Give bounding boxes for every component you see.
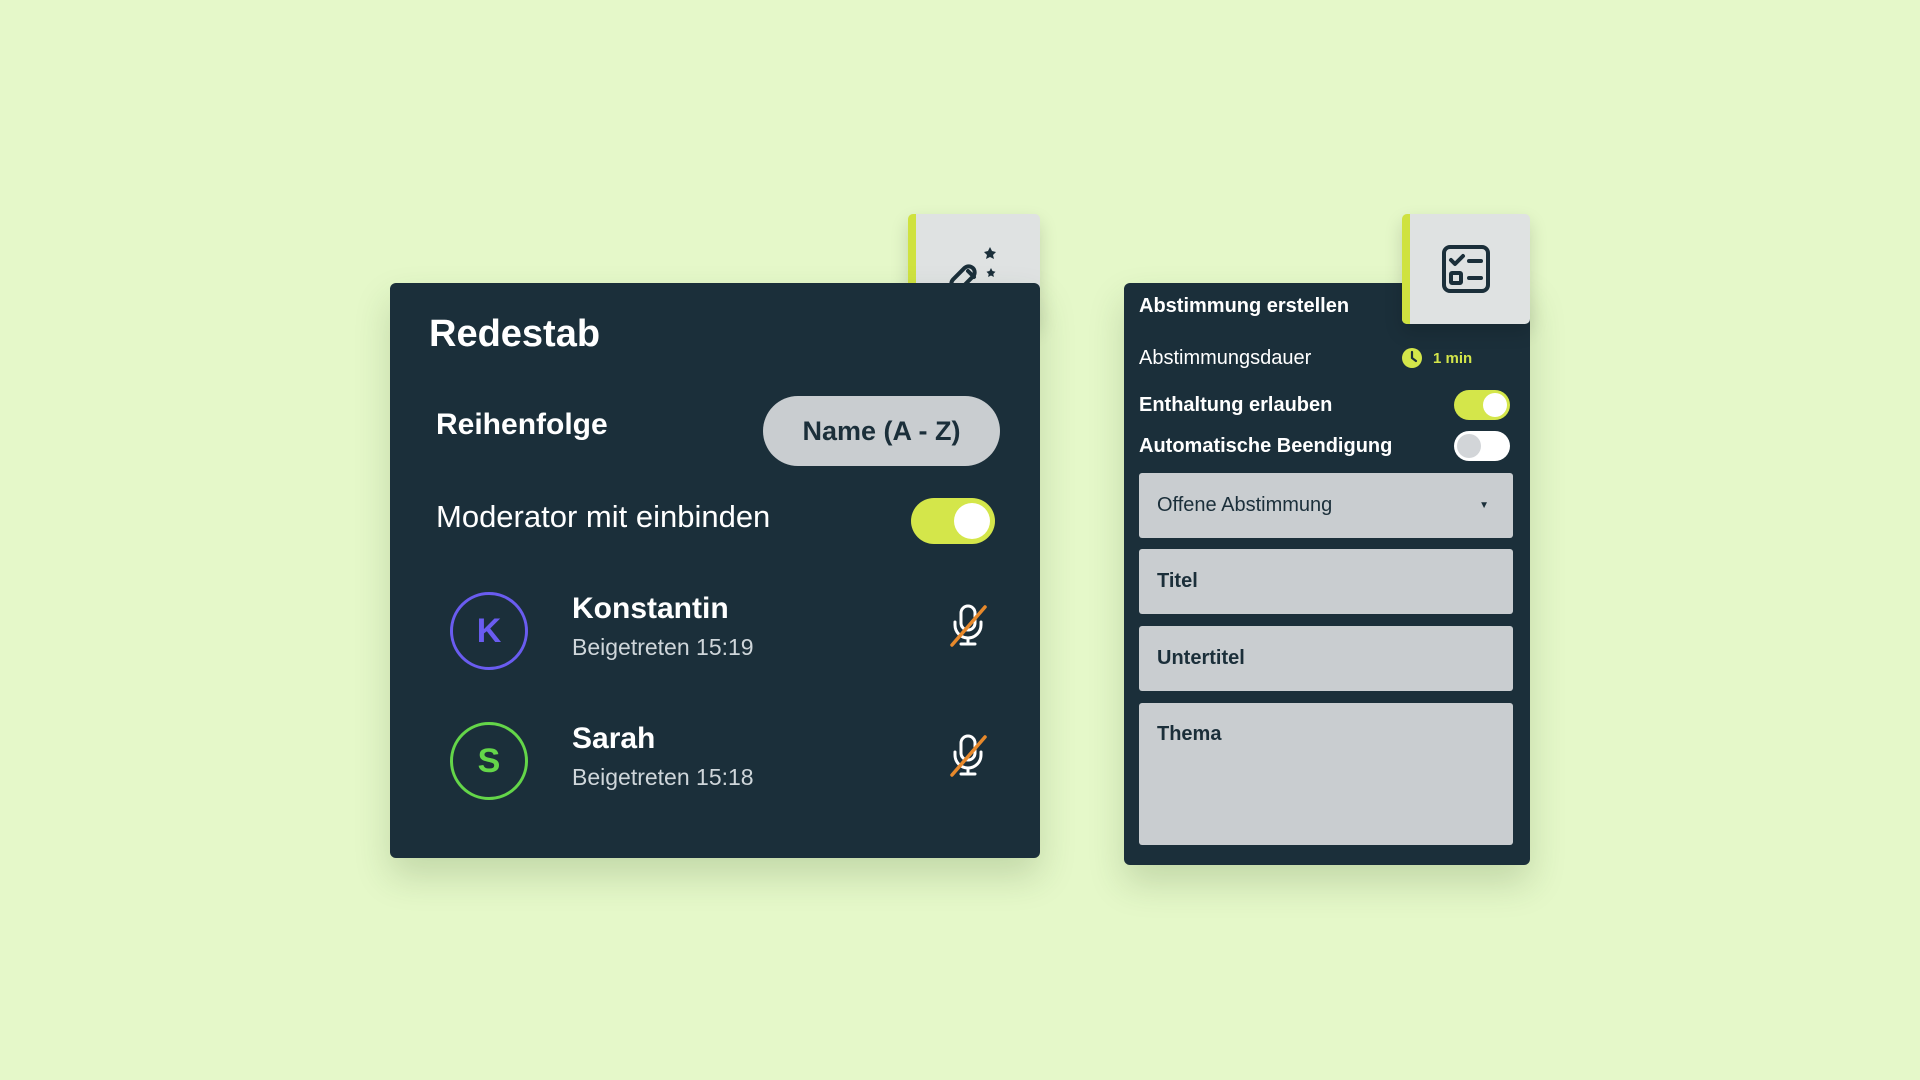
duration-value: 1 min xyxy=(1433,349,1473,367)
moderator-toggle[interactable] xyxy=(911,498,995,544)
participant-row[interactable]: K Konstantin Beigetreten 15:19 xyxy=(440,588,1000,678)
poll-title: Abstimmung erstellen xyxy=(1139,295,1350,317)
avatar: K xyxy=(450,592,528,670)
duration-label: Abstimmungsdauer xyxy=(1139,347,1312,369)
poll-tab[interactable] xyxy=(1402,214,1530,324)
poll-panel: Abstimmung erstellen Abstimmungsdauer 1 … xyxy=(1124,283,1530,865)
title-input[interactable]: Titel xyxy=(1139,549,1513,614)
participant-row[interactable]: S Sarah Beigetreten 15:18 xyxy=(440,718,1000,808)
toggle-knob xyxy=(954,503,990,539)
topic-textarea[interactable]: Thema xyxy=(1139,703,1513,845)
subtitle-placeholder: Untertitel xyxy=(1157,647,1245,669)
topic-placeholder: Thema xyxy=(1157,723,1222,745)
toggle-knob xyxy=(1457,434,1481,458)
poll-type-value: Offene Abstimmung xyxy=(1157,494,1333,516)
sort-order-value: Name (A - Z) xyxy=(802,415,961,446)
moderator-label: Moderator mit einbinden xyxy=(436,499,771,534)
avatar: S xyxy=(450,722,528,800)
subtitle-input[interactable]: Untertitel xyxy=(1139,626,1513,691)
mic-muted-icon[interactable] xyxy=(946,732,990,778)
participant-name: Konstantin xyxy=(572,592,729,625)
auto-end-label: Automatische Beendigung xyxy=(1139,435,1393,457)
duration-selector[interactable]: 1 min xyxy=(1401,347,1472,369)
clock-icon xyxy=(1402,348,1422,368)
speaking-stick-panel: Redestab Reihenfolge Name (A - Z) Modera… xyxy=(390,283,1040,858)
auto-end-toggle[interactable] xyxy=(1454,431,1510,461)
abstain-label: Enthaltung erlauben xyxy=(1139,394,1333,416)
participant-name: Sarah xyxy=(572,722,656,755)
participant-joined-time: Beigetreten 15:19 xyxy=(572,634,754,660)
participant-joined-time: Beigetreten 15:18 xyxy=(572,764,754,790)
title-placeholder: Titel xyxy=(1157,570,1198,592)
abstain-toggle[interactable] xyxy=(1454,390,1510,420)
toggle-knob xyxy=(1483,393,1507,417)
panel-title: Redestab xyxy=(429,313,601,355)
sort-order-button[interactable]: Name (A - Z) xyxy=(763,396,1000,466)
order-label: Reihenfolge xyxy=(436,408,608,441)
chevron-down-icon: ▼ xyxy=(1479,500,1489,511)
checklist-icon xyxy=(1442,245,1490,293)
mic-muted-icon[interactable] xyxy=(946,602,990,648)
poll-type-select[interactable]: Offene Abstimmung ▼ xyxy=(1139,473,1513,538)
